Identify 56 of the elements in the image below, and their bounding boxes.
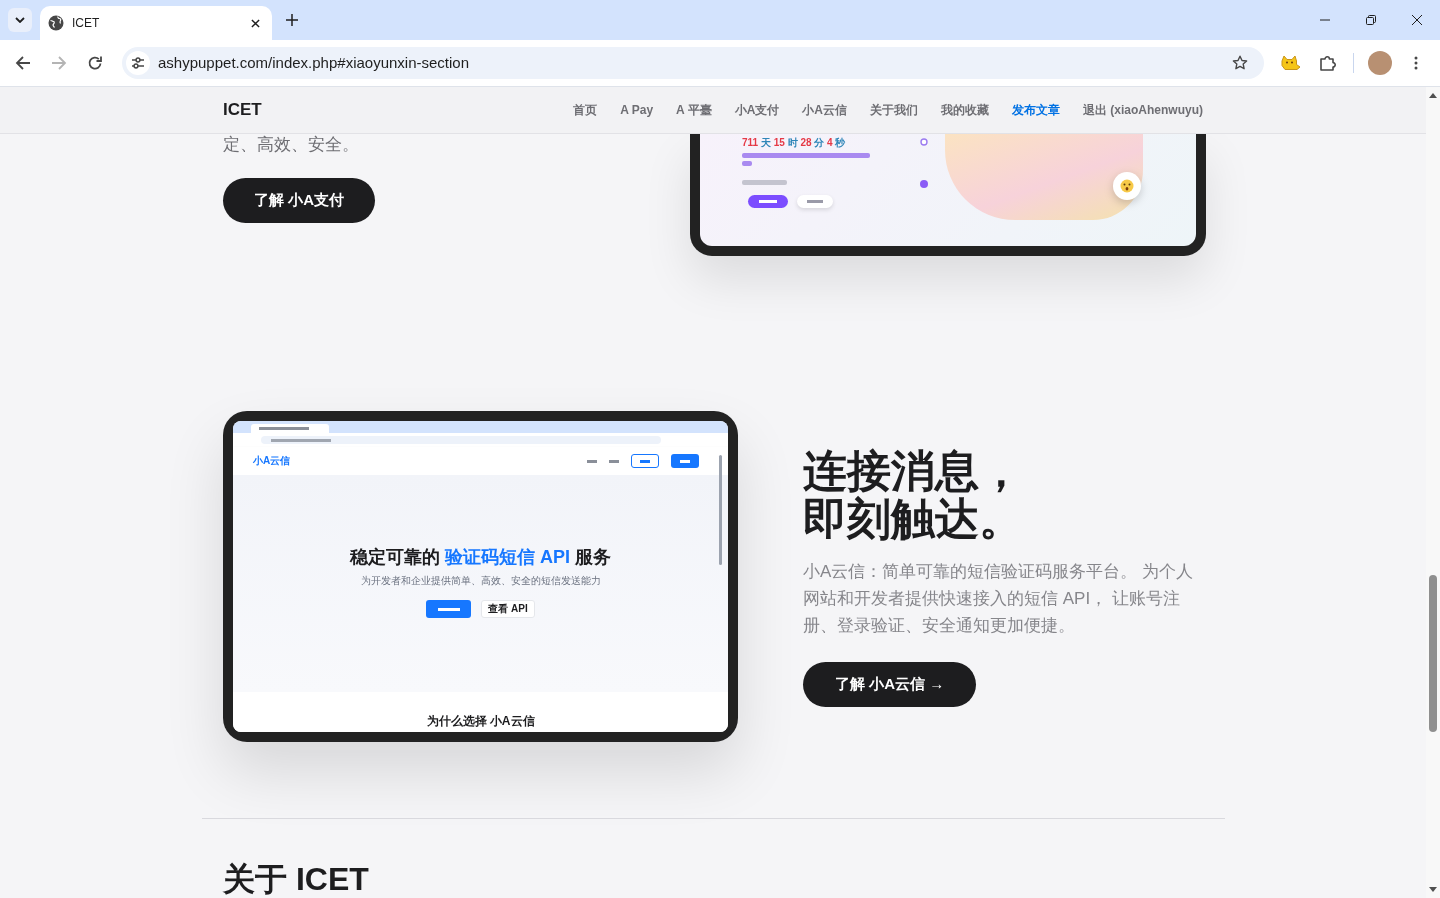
close-icon[interactable] [251,18,260,28]
profile-avatar[interactable] [1368,51,1392,75]
scrollbar-thumb[interactable] [1429,575,1437,732]
globe-icon [48,15,64,31]
view-api-label: 查看 API [481,600,535,618]
nav-link[interactable]: A Pay [620,101,654,119]
section-description: 小A云信：简单可靠的短信验证码服务平台。 为个人网站和开发者提供快速接入的短信 API， 让账号注册、登录验证、安全通知更加便捷。 [803,560,1195,637]
puzzle-icon[interactable] [1319,54,1337,72]
scroll-down-icon[interactable] [1429,887,1437,892]
text-line-placeholder [742,180,787,185]
surprised-face-icon [1113,172,1141,200]
back-arrow-icon[interactable] [15,55,31,71]
text-line-placeholder [259,427,309,430]
nav-link[interactable]: 我的收藏 [941,101,989,119]
section-heading: 为什么选择 小A云信 [426,714,535,730]
text-line-placeholder [609,459,619,463]
more-menu-icon[interactable] [1414,56,1418,70]
chevron-down-icon [15,17,25,23]
site-logo: 小A云信 [253,455,291,467]
star-icon[interactable] [1232,55,1248,71]
text-line-placeholder [759,200,777,203]
scroll-up-icon[interactable] [1429,93,1437,98]
plus-icon[interactable] [286,14,298,26]
address-bar[interactable]: ashypuppet.com/index.php#xiaoyunxin-section [122,47,1264,79]
restore-icon[interactable] [1366,15,1376,25]
text-line-placeholder [640,459,650,463]
cat-icon[interactable] [1281,55,1301,71]
brand-link[interactable]: ICET [223,97,262,123]
text-line-placeholder [437,607,460,611]
text-line-placeholder [271,438,331,442]
ring-icon [920,138,928,146]
reload-icon[interactable] [87,55,103,71]
section-text: 定、高效、安全。 [223,134,359,155]
section-title: 连接消息， 即刻触达。 [803,446,1023,543]
nav-link[interactable]: 退出 (xiaoAhenwuyu) [1083,101,1203,119]
nav-link[interactable]: 发布文章 [1012,101,1060,119]
site-settings-icon[interactable] [126,51,150,75]
section-heading: 关于 ICET [223,860,370,898]
browser-tab[interactable]: ICET [40,6,272,40]
dot-icon [920,180,928,188]
hero-headline: 稳定可靠的 验证码短信 API 服务 [349,546,611,568]
countdown-text: 711 天 15 时 28 分 4 秒 [742,137,846,149]
nav-link[interactable]: A 平臺 [676,101,712,119]
learn-more-button[interactable]: 了解 小A支付 [223,178,375,223]
tab-search-button[interactable] [8,8,32,32]
hero-subtitle: 为开发者和企业提供简单、高效、安全的短信发送能力 [360,575,601,587]
nav-link[interactable]: 小A云信 [802,101,847,119]
nav-link[interactable]: 首页 [573,101,598,119]
text-line-placeholder [742,161,752,166]
text-line-placeholder [680,459,690,463]
nav-link[interactable]: 关于我们 [870,101,918,119]
text-line-placeholder [807,200,823,203]
text-line-placeholder [587,459,597,463]
close-icon[interactable] [1412,15,1422,25]
learn-more-button[interactable]: 了解 小A云信 → [803,661,977,707]
nav-link[interactable]: 小A支付 [734,101,780,119]
